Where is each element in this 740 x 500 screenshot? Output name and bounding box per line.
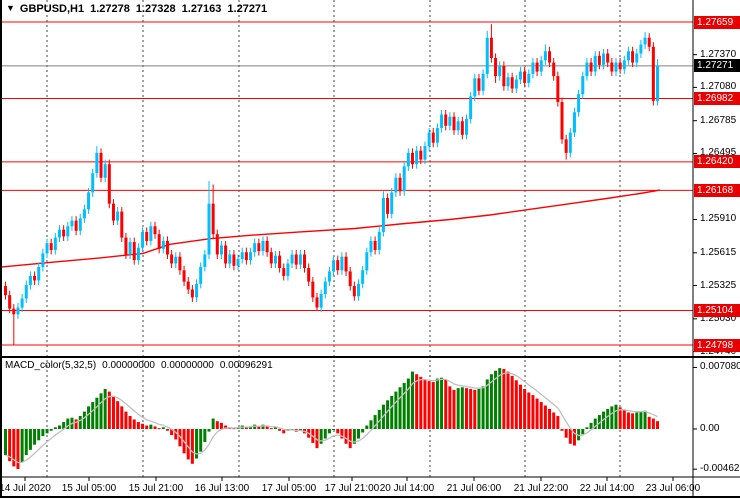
price-axis-label: 1.25615: [700, 247, 736, 258]
time-axis-label: 16 Jul 13:00: [195, 483, 250, 494]
high-value: 1.27328: [136, 3, 176, 15]
open-value: 1.27278: [90, 3, 130, 15]
price-axis-label: 1.27080: [700, 81, 736, 92]
price-axis-label: 1.27370: [700, 49, 736, 60]
price-level-badge: 1.25104: [694, 304, 740, 317]
time-axis-label: 15 Jul 05:00: [62, 483, 117, 494]
price-level-badge: 1.27659: [694, 16, 740, 29]
price-axis-label: 1.26785: [700, 115, 736, 126]
collapse-arrow-icon[interactable]: ▼: [6, 3, 15, 13]
price-axis-label: 1.25910: [700, 213, 736, 224]
chart-title: ▼ GBPUSD,H1 1.27278 1.27328 1.27163 1.27271: [6, 3, 267, 15]
symbol-timeframe-label: GBPUSD,H1: [20, 3, 84, 15]
level-lines-layer: [2, 22, 693, 345]
macd-value-3: 0.00096291: [220, 360, 273, 371]
price-level-badge: 1.26168: [694, 184, 740, 197]
price-level-badge: 1.24798: [694, 339, 740, 352]
time-axis-label: 22 Jul 14:00: [580, 483, 635, 494]
time-axis-label: 20 Jul 14:00: [380, 483, 435, 494]
macd-name: MACD_color(5,32,5): [5, 360, 96, 371]
time-axis-label: 17 Jul 21:00: [325, 483, 380, 494]
price-chart-canvas[interactable]: [0, 0, 740, 500]
low-value: 1.27163: [182, 3, 222, 15]
macd-histogram-layer: [4, 368, 659, 469]
macd-indicator-label: MACD_color(5,32,5) 0.00000000 0.00000000 0.…: [5, 360, 273, 371]
time-axis-label: 15 Jul 21:00: [129, 483, 184, 494]
price-level-badge: 1.26982: [694, 92, 740, 105]
chart-window: ▼ GBPUSD,H1 1.27278 1.27328 1.27163 1.27271 M…: [0, 0, 740, 500]
macd-axis-label: -0.004622: [700, 463, 740, 474]
price-level-badge: 1.26420: [694, 155, 740, 168]
macd-signal-line: [6, 373, 658, 463]
current-price-badge: 1.27271: [694, 59, 740, 72]
close-value: 1.27271: [227, 3, 267, 15]
macd-axis-label: 0.00: [700, 423, 719, 434]
macd-value-2: 0.00000000: [161, 360, 214, 371]
time-axis-label: 14 Jul 2020: [0, 483, 51, 494]
macd-axis-label: 0.0070802: [700, 361, 740, 372]
candles-layer: [4, 24, 659, 345]
macd-value-1: 0.00000000: [102, 360, 155, 371]
moving-average-line: [2, 190, 660, 267]
time-axis-label: 17 Jul 05:00: [262, 483, 317, 494]
time-axis-label: 23 Jul 06:00: [646, 483, 701, 494]
time-axis-label: 21 Jul 06:00: [447, 483, 502, 494]
price-axis-label: 1.25325: [700, 280, 736, 291]
time-axis-label: 21 Jul 22:00: [514, 483, 569, 494]
